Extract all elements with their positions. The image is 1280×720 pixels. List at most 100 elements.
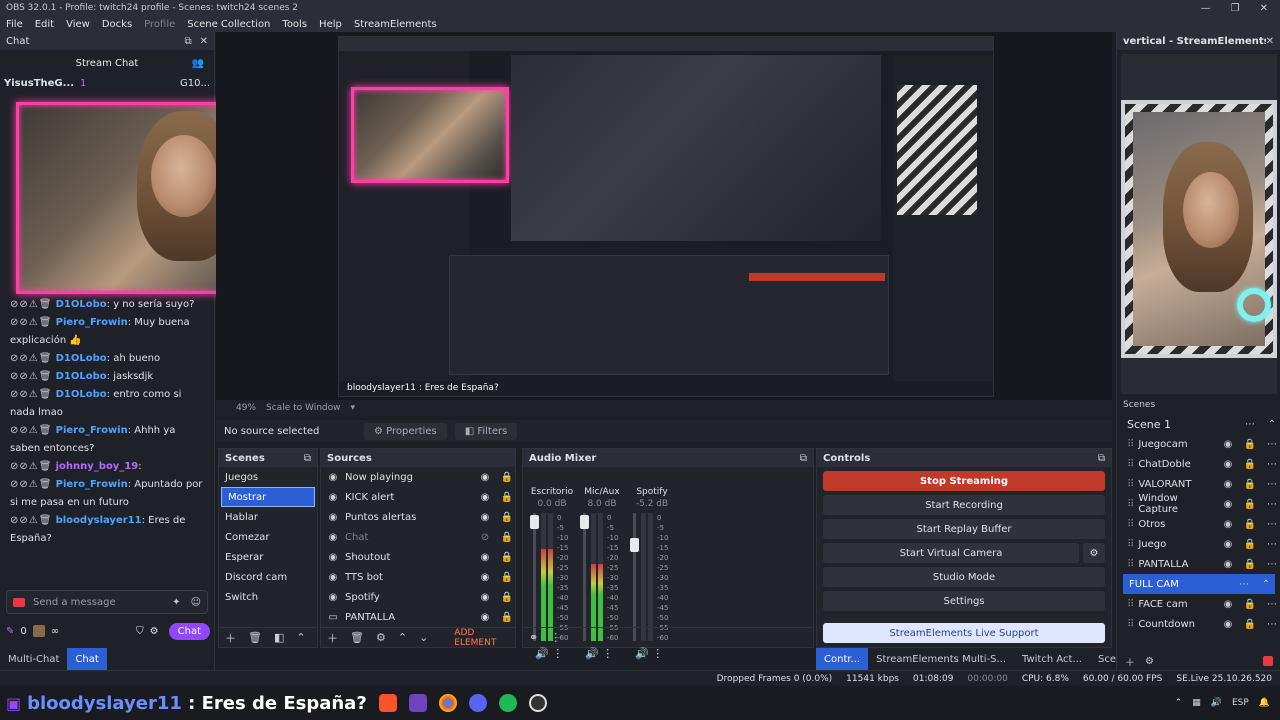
volume-slider[interactable] — [580, 513, 589, 641]
float-icon[interactable]: ⧉ — [800, 453, 807, 464]
users-icon[interactable]: 👥 — [192, 58, 204, 69]
magic-icon[interactable]: ✦ — [172, 597, 180, 608]
volume-knob[interactable] — [530, 515, 539, 529]
filters-button[interactable]: ◧ Filters — [454, 422, 518, 440]
tab-twitch-activity[interactable]: Twitch Act... — [1014, 648, 1090, 670]
minimize-button[interactable]: — — [1201, 3, 1211, 14]
scene-item[interactable]: Hablar — [219, 507, 317, 527]
gear-icon[interactable]: ⚙ — [150, 626, 159, 637]
lock-icon[interactable]: 🔒 — [499, 552, 515, 563]
vertical-scene-item[interactable]: ⠿ VALORANT ◉ 🔒 ⋯ — [1117, 474, 1280, 494]
float-icon[interactable]: ⧉ — [1098, 453, 1105, 464]
chevron-down-icon[interactable]: ⌄ — [419, 631, 428, 644]
start-replay-buffer-button[interactable]: Start Replay Buffer — [823, 519, 1105, 539]
grip-icon[interactable]: ⠿ — [1127, 519, 1134, 530]
lock-icon[interactable]: 🔒 — [1241, 599, 1259, 610]
volume-slider[interactable] — [630, 513, 639, 641]
chat-user[interactable]: bloodyslayer11 — [56, 515, 142, 526]
chat-user[interactable]: D1OLobo — [56, 371, 107, 382]
menu-scene-collection[interactable]: Scene Collection — [187, 19, 270, 30]
preview-area[interactable]: bloodyslayer11 : Eres de España? — [216, 32, 1112, 400]
eye-icon[interactable]: ◉ — [1219, 519, 1237, 530]
add-element-button[interactable]: ADD ELEMENT — [454, 628, 515, 648]
lock-icon[interactable]: 🔒 — [499, 572, 515, 583]
menu-file[interactable]: File — [6, 19, 23, 30]
eye-icon[interactable]: ◉ — [477, 492, 493, 503]
chrome-icon[interactable] — [438, 694, 457, 712]
more-icon[interactable]: ⋮ — [602, 647, 613, 660]
grip-icon[interactable]: ⠿ — [1127, 619, 1134, 630]
chat-user[interactable]: D1OLobo — [56, 299, 107, 310]
maximize-button[interactable]: ❐ — [1231, 3, 1240, 14]
eye-icon[interactable]: ◉ — [477, 552, 493, 563]
source-item[interactable]: ◉ Shoutout ◉ 🔒 — [321, 547, 515, 567]
more-icon[interactable]: ⋯ — [1263, 539, 1280, 550]
lock-icon[interactable]: 🔒 — [1241, 559, 1259, 570]
scene-item[interactable]: Comezar — [219, 527, 317, 547]
mod-icons[interactable]: ⊘⊘⚠🗑 — [10, 479, 52, 490]
scale-mode[interactable]: Scale to Window — [266, 403, 340, 413]
vertical-scene-item[interactable]: ⠿ FACE cam ◉ 🔒 ⋯ — [1117, 594, 1280, 614]
points-icon[interactable]: ✎ — [6, 626, 14, 637]
tab-chat[interactable]: Chat — [67, 648, 107, 670]
mod-icons[interactable]: ⊘⊘⚠🗑 — [10, 371, 52, 382]
eye-hidden-icon[interactable]: ⊘ — [477, 532, 493, 543]
send-message-input[interactable]: Send a message ✦ ☺ — [6, 590, 208, 614]
gear-icon[interactable]: ⚙ — [1145, 656, 1154, 667]
vertical-preview[interactable] — [1121, 54, 1277, 394]
gear-icon[interactable]: ⚙ — [376, 631, 386, 644]
se-live-support-button[interactable]: StreamElements Live Support — [823, 623, 1105, 643]
eye-icon[interactable]: ◉ — [477, 572, 493, 583]
volume-knob[interactable] — [630, 538, 639, 552]
speaker-icon[interactable]: 🔊 — [635, 647, 649, 660]
chat-send-button[interactable]: Chat — [168, 622, 210, 640]
close-icon[interactable]: ✕ — [1266, 36, 1274, 47]
more-icon[interactable]: ⋮ — [552, 647, 563, 660]
network-icon[interactable]: ▦ — [1192, 698, 1201, 708]
brave-icon[interactable] — [378, 694, 397, 712]
eye-icon[interactable]: ◉ — [1219, 439, 1237, 450]
lock-icon[interactable]: 🔒 — [499, 612, 515, 623]
scene-item[interactable]: Esperar — [219, 547, 317, 567]
source-item[interactable]: ◉ Puntos alertas ◉ 🔒 — [321, 507, 515, 527]
language-label[interactable]: ESP — [1232, 698, 1249, 708]
source-item[interactable]: ▭ PANTALLA ◉ 🔒 — [321, 607, 515, 627]
shield-icon[interactable]: ⛉ — [136, 626, 144, 637]
studio-mode-button[interactable]: Studio Mode — [823, 567, 1105, 587]
spotify-icon[interactable] — [498, 694, 517, 712]
eye-icon[interactable]: ◉ — [1219, 559, 1237, 570]
chevron-down-icon[interactable]: ▾ — [350, 403, 355, 413]
more-icon[interactable]: ⋯ — [1235, 579, 1253, 590]
more-icon[interactable]: ⋮ — [550, 631, 561, 644]
discord-icon[interactable] — [468, 694, 487, 712]
chevron-up-icon[interactable]: ⌃ — [398, 631, 407, 644]
add-icon[interactable]: ＋ — [225, 630, 236, 646]
chevron-up-icon[interactable]: ⌃ — [1263, 419, 1280, 430]
vertical-scene-header[interactable]: Scene 1 ⋯ ⌃ — [1117, 414, 1280, 434]
add-icon[interactable]: ＋ — [1125, 654, 1135, 669]
obs-icon[interactable] — [528, 694, 547, 712]
vertical-scene-item[interactable]: ⠿ Otros ◉ 🔒 ⋯ — [1117, 514, 1280, 534]
start-recording-button[interactable]: Start Recording — [823, 495, 1105, 515]
lock-icon[interactable]: 🔒 — [1241, 539, 1259, 550]
source-item[interactable]: ◉ TTS bot ◉ 🔒 — [321, 567, 515, 587]
source-item[interactable]: ◉ Spotify ◉ 🔒 — [321, 587, 515, 607]
mod-icons[interactable]: ⊘⊘⚠🗑 — [10, 515, 52, 526]
eye-icon[interactable]: ◉ — [477, 592, 493, 603]
menu-streamelements[interactable]: StreamElements — [354, 19, 437, 30]
eye-icon[interactable]: ◉ — [1219, 619, 1237, 630]
eye-icon[interactable]: ◉ — [477, 472, 493, 483]
grip-icon[interactable]: ⠿ — [1127, 599, 1134, 610]
mod-icons[interactable]: ⊘⊘⚠🗑 — [10, 353, 52, 364]
more-icon[interactable]: ⋯ — [1263, 439, 1280, 450]
vertical-scene-item[interactable]: ⠿ Juegocam ◉ 🔒 ⋯ — [1117, 434, 1280, 454]
chevron-up-icon[interactable]: ⌃ — [296, 631, 305, 644]
float-icon[interactable]: ⧉ — [184, 36, 191, 47]
more-icon[interactable]: ⋯ — [1263, 619, 1280, 630]
scene-item-selected[interactable]: Mostrar — [221, 487, 315, 507]
lock-icon[interactable]: 🔒 — [1241, 479, 1259, 490]
tab-controls[interactable]: Contr... — [816, 648, 869, 670]
lock-icon[interactable]: 🔒 — [499, 472, 515, 483]
more-icon[interactable]: ⋮ — [652, 647, 663, 660]
lock-icon[interactable]: 🔒 — [1241, 499, 1259, 510]
